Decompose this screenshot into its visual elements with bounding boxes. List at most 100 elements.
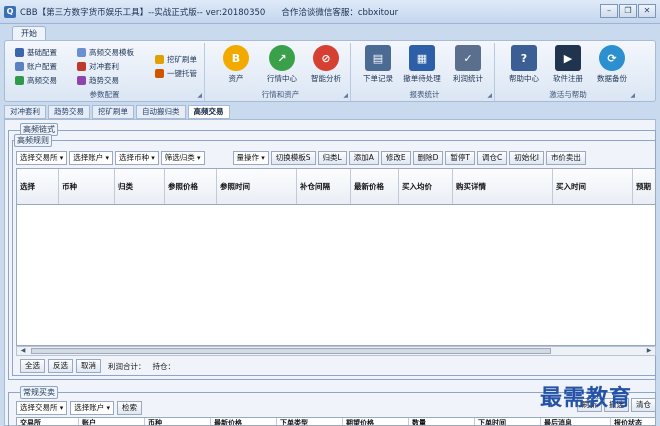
column-header[interactable]: 账户 <box>79 418 145 425</box>
bitcoin-icon: B <box>223 45 249 71</box>
group-market-assets: B 资产 ↗ 行情中心 ⊘ 智能分析 行情和资产 ◢ <box>211 43 351 101</box>
ribbon-item-hf-template[interactable]: 高频交易模板 <box>77 46 134 58</box>
scroll-left-icon[interactable]: ◀ <box>18 347 28 355</box>
tab-start[interactable]: 开始 <box>12 26 46 40</box>
group-launcher-icon[interactable]: ◢ <box>197 92 202 99</box>
column-header[interactable]: 归类 <box>115 169 165 204</box>
market-chart-icon: ↗ <box>269 45 295 71</box>
initialize-button[interactable]: 初始化I <box>509 151 544 165</box>
search-button[interactable]: 检索 <box>117 401 142 415</box>
ribbon-item-one-click[interactable]: 一键托管 <box>155 67 197 79</box>
ribbon-button-help[interactable]: ? 帮助中心 <box>505 45 543 89</box>
market-sell-button[interactable]: 市价卖出 <box>545 151 586 165</box>
tab-hedge[interactable]: 对冲套利 <box>4 105 46 119</box>
checklist-icon: ✓ <box>455 45 481 71</box>
column-header[interactable]: 参照价格 <box>165 169 217 204</box>
column-header[interactable]: 币种 <box>145 418 211 425</box>
delete-button[interactable]: 删除D <box>412 151 444 165</box>
add-button[interactable]: 添加A <box>348 151 379 165</box>
column-header[interactable]: 最后消息 <box>541 418 611 425</box>
group-label: 参数配置 <box>89 90 120 99</box>
column-header[interactable]: 补仓间隔 <box>297 169 351 204</box>
edit-button[interactable]: 修改E <box>380 151 411 165</box>
ribbon-button-cancel-pending[interactable]: ▦ 撤单待处理 <box>403 45 441 89</box>
window-title: CBB【第三方数字货币娱乐工具】--实战正式版-- ver:20180350 <box>20 7 266 18</box>
column-header[interactable]: 预期 <box>633 169 655 204</box>
ribbon: 基础配置 账户配置 高频交易 高频交易模板 对冲套利 趋势交易 挖矿刷单 一键托… <box>4 40 656 102</box>
column-header[interactable]: 最新价格 <box>211 418 277 425</box>
ribbon-item-hf-trade[interactable]: 高频交易 <box>15 74 57 86</box>
ribbon-button-analysis[interactable]: ⊘ 智能分析 <box>307 45 345 89</box>
column-header[interactable]: 最新价格 <box>351 169 399 204</box>
column-header[interactable]: 购买详情 <box>453 169 553 204</box>
group-reports: ▤ 下单记录 ▦ 撤单待处理 ✓ 利润统计 报表统计 ◢ <box>355 43 495 101</box>
profit-total-label: 利润合计： <box>108 361 146 371</box>
classify-button[interactable]: 归类L <box>317 151 347 165</box>
column-header[interactable]: 币种 <box>59 169 115 204</box>
rules-toolbar: 选择交易所 选择账户 选择币种 筛选归类 量操作 切换模板S 归类L 添加A 修… <box>16 150 656 166</box>
tab-auto-classify[interactable]: 自动搬归类 <box>136 105 186 119</box>
horizontal-scrollbar[interactable]: ◀ ▶ <box>16 346 656 356</box>
classify-filter-select[interactable]: 筛选归类 <box>160 151 205 165</box>
analysis-icon: ⊘ <box>313 45 339 71</box>
column-header[interactable]: 选择 <box>17 169 59 204</box>
rebalance-button[interactable]: 调仓C <box>476 151 508 165</box>
mining-icon <box>155 54 164 64</box>
help-icon: ? <box>511 45 537 71</box>
column-header[interactable]: 参照时间 <box>217 169 297 204</box>
column-header[interactable]: 买入均价 <box>399 169 453 204</box>
clear-position-button[interactable]: 清仓 <box>631 398 656 412</box>
column-header[interactable]: 交易所 <box>17 418 79 425</box>
group-launcher-icon[interactable]: ◢ <box>343 92 348 99</box>
tab-high-frequency[interactable]: 高频交易 <box>187 105 230 119</box>
scroll-right-icon[interactable]: ▶ <box>644 347 654 355</box>
column-header[interactable]: 买入时间 <box>553 169 633 204</box>
account-select[interactable]: 选择账户 <box>69 151 113 165</box>
window-controls: – ❐ ✕ <box>600 4 656 18</box>
ribbon-item-basic-config[interactable]: 基础配置 <box>15 46 57 58</box>
ribbon-item-account-config[interactable]: 账户配置 <box>15 60 57 72</box>
hedge-icon <box>77 61 86 71</box>
minimize-button[interactable]: – <box>600 4 618 18</box>
ribbon-button-market[interactable]: ↗ 行情中心 <box>263 45 301 89</box>
exchange-select-2[interactable]: 选择交易所 <box>16 401 68 415</box>
ribbon-button-assets[interactable]: B 资产 <box>217 45 255 89</box>
group-launcher-icon[interactable]: ◢ <box>487 92 492 99</box>
module-tab-strip: 对冲套利 趋势交易 挖矿刷单 自动搬归类 高频交易 <box>4 105 656 119</box>
column-header[interactable]: 下单类型 <box>277 418 343 425</box>
close-button[interactable]: ✕ <box>638 4 656 18</box>
cancel-pending-icon: ▦ <box>409 45 435 71</box>
scroll-thumb[interactable] <box>31 348 551 354</box>
group-launcher-icon[interactable]: ◢ <box>630 92 635 99</box>
ribbon-button-register[interactable]: ▶ 软件注册 <box>549 45 587 89</box>
invert-selection-button[interactable]: 反选 <box>48 359 73 373</box>
ribbon-item-mining[interactable]: 挖矿刷单 <box>155 53 197 65</box>
tab-mining[interactable]: 挖矿刷单 <box>92 105 134 119</box>
ribbon-button-backup[interactable]: ⟳ 数据备份 <box>593 45 631 89</box>
watermark-logo: 最需教育 <box>540 385 633 411</box>
group-param-config: 基础配置 账户配置 高频交易 高频交易模板 对冲套利 趋势交易 挖矿刷单 一键托… <box>5 43 205 101</box>
switch-template-button[interactable]: 切换模板S <box>270 151 316 165</box>
hosting-icon <box>155 68 164 78</box>
selection-bar: 全选 反选 取消 利润合计： 持仓： <box>20 359 175 373</box>
ribbon-button-order-log[interactable]: ▤ 下单记录 <box>359 45 397 89</box>
tab-trend[interactable]: 趋势交易 <box>48 105 90 119</box>
pause-button[interactable]: 暂停T <box>445 151 475 165</box>
restore-button[interactable]: ❐ <box>619 4 637 18</box>
account-select-2[interactable]: 选择账户 <box>70 401 114 415</box>
batch-op-select[interactable]: 量操作 <box>232 151 269 165</box>
exchange-select[interactable]: 选择交易所 <box>16 151 68 165</box>
ribbon-button-profit-stats[interactable]: ✓ 利润统计 <box>449 45 487 89</box>
ribbon-item-trend[interactable]: 趋势交易 <box>77 74 119 86</box>
app-logo-icon: Q <box>4 5 16 18</box>
column-header[interactable]: 数量 <box>409 418 475 425</box>
column-header[interactable]: 下单时间 <box>475 418 541 425</box>
order-log-icon: ▤ <box>365 45 391 71</box>
select-all-button[interactable]: 全选 <box>20 359 45 373</box>
ribbon-item-hedge[interactable]: 对冲套利 <box>77 60 119 72</box>
column-header[interactable]: 报价状态 <box>611 418 655 426</box>
coin-select[interactable]: 选择币种 <box>115 151 159 165</box>
cancel-selection-button[interactable]: 取消 <box>76 359 101 373</box>
column-header[interactable]: 期望价格 <box>343 418 409 425</box>
backup-icon: ⟳ <box>599 45 625 71</box>
